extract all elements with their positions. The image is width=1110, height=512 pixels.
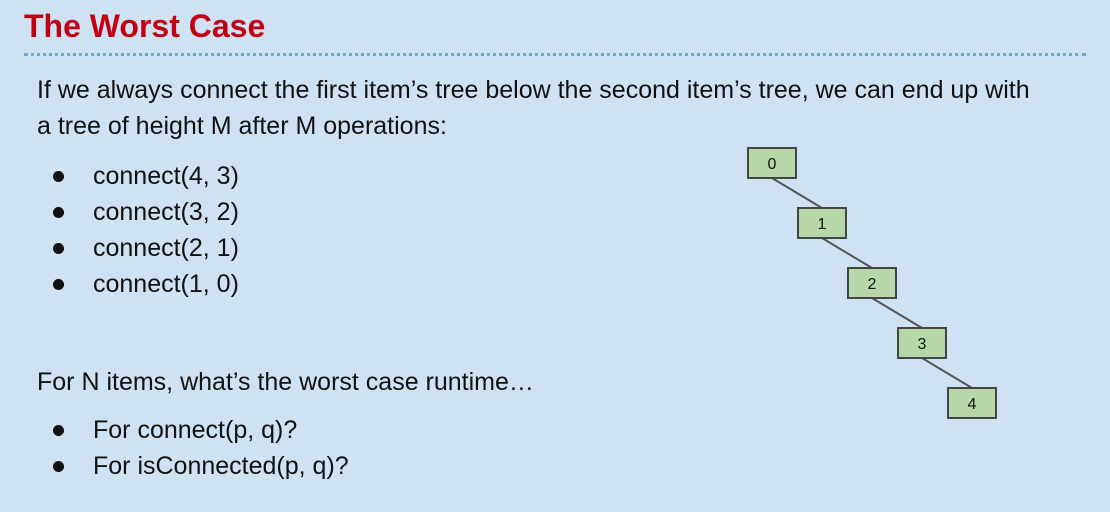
slide-title: The Worst Case xyxy=(24,8,266,44)
operation-text: connect(4, 3) xyxy=(93,162,239,190)
operation-text: connect(2, 1) xyxy=(93,234,239,262)
bullet-icon xyxy=(53,171,64,182)
tree-node-box xyxy=(847,267,897,299)
bullet-icon xyxy=(53,279,64,290)
intro-paragraph: If we always connect the first item’s tr… xyxy=(37,76,1030,140)
tree-node: 2 xyxy=(847,267,897,299)
operation-item: connect(3, 2) xyxy=(37,194,239,230)
tree-node-label: 0 xyxy=(768,156,777,173)
question-item: For isConnected(p, q)? xyxy=(37,448,349,484)
operation-text: connect(1, 0) xyxy=(93,270,239,298)
question-text: For connect(p, q)? xyxy=(93,416,298,444)
question-text: For isConnected(p, q)? xyxy=(93,452,349,480)
title-divider xyxy=(24,53,1086,56)
tree-node-label: 1 xyxy=(818,216,827,233)
operation-item: connect(4, 3) xyxy=(37,158,239,194)
tree-edge xyxy=(871,297,923,329)
bullet-icon xyxy=(53,207,64,218)
bullet-icon xyxy=(53,461,64,472)
tree-node: 1 xyxy=(797,207,847,239)
tree-node-label: 2 xyxy=(868,276,877,293)
bullet-icon xyxy=(53,425,64,436)
question-item: For connect(p, q)? xyxy=(37,412,349,448)
tree-node-box xyxy=(797,207,847,239)
runtime-question: For N items, what’s the worst case runti… xyxy=(37,368,534,396)
operations-list: connect(4, 3) connect(3, 2) connect(2, 1… xyxy=(37,158,239,302)
tree-node: 3 xyxy=(897,327,947,359)
tree-node-label: 3 xyxy=(918,336,927,353)
tree-node-box xyxy=(747,147,797,179)
tree-edge xyxy=(821,237,873,269)
operation-text: connect(3, 2) xyxy=(93,198,239,226)
tree-node-box xyxy=(897,327,947,359)
tree-edge xyxy=(771,177,823,209)
operation-item: connect(2, 1) xyxy=(37,230,239,266)
operation-item: connect(1, 0) xyxy=(37,266,239,302)
question-list: For connect(p, q)? For isConnected(p, q)… xyxy=(37,412,349,484)
bullet-icon xyxy=(53,243,64,254)
tree-node: 0 xyxy=(747,147,797,179)
